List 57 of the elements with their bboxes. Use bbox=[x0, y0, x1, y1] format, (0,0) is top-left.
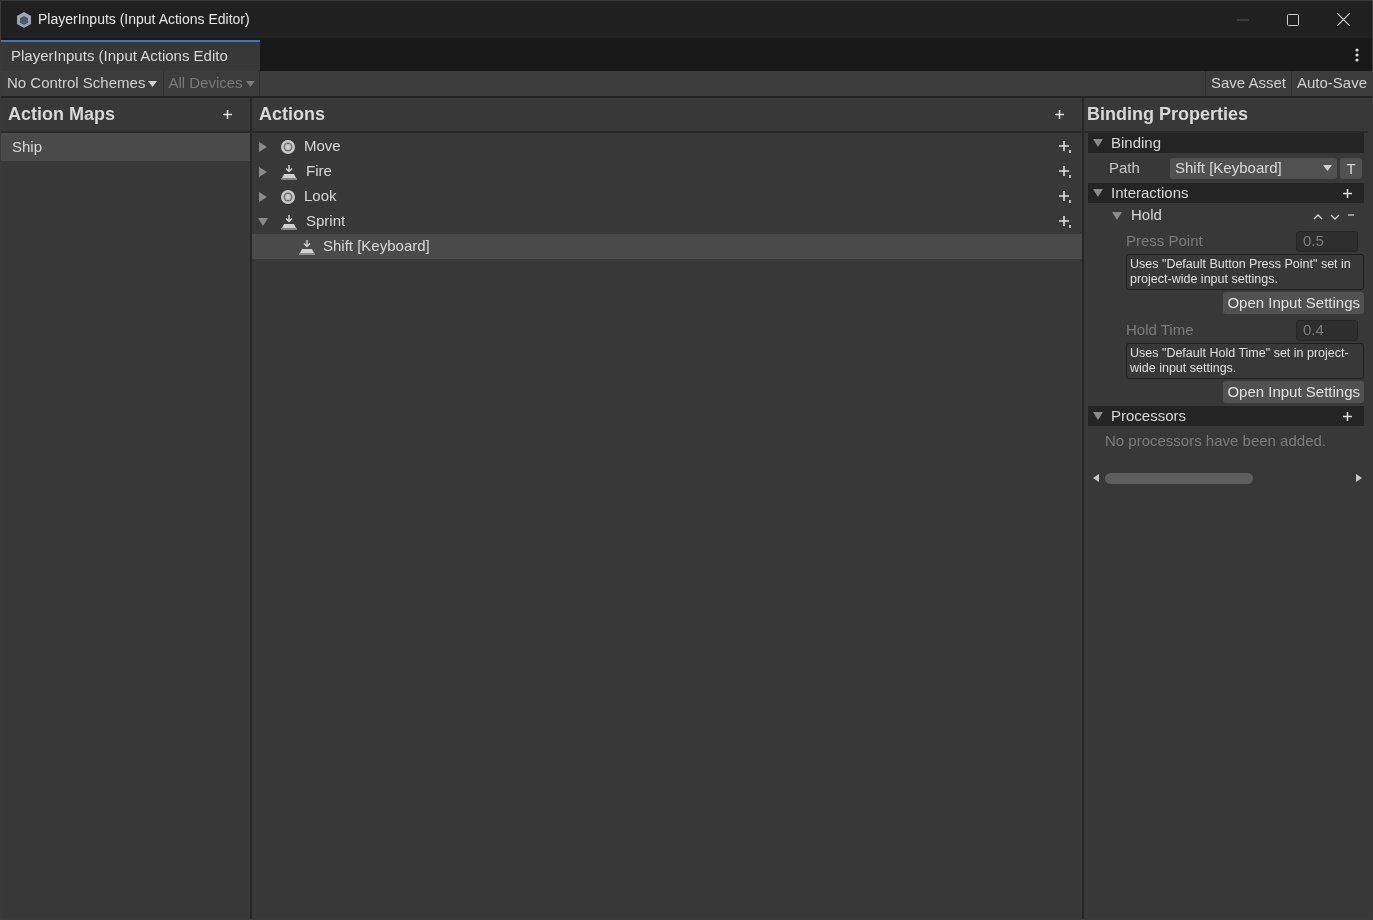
scroll-right-icon[interactable] bbox=[1356, 474, 1362, 482]
caret-icon bbox=[245, 80, 255, 87]
scroll-left-icon[interactable] bbox=[1093, 474, 1099, 482]
open-input-settings-button[interactable]: Open Input Settings bbox=[1223, 381, 1364, 403]
scrollbar-thumb[interactable] bbox=[1105, 472, 1253, 484]
help-note: Uses "Default Button Press Point" set in project-wide input settings. bbox=[1126, 254, 1364, 290]
action-item[interactable]: Look bbox=[304, 185, 337, 208]
caret-icon bbox=[1323, 165, 1332, 171]
control-scheme-dropdown[interactable]: No Control Schemes bbox=[1, 71, 165, 96]
window-title: PlayerInputs (Input Actions Editor) bbox=[38, 10, 250, 29]
collapse-triangle-icon[interactable] bbox=[1093, 411, 1103, 421]
expand-triangle-icon[interactable] bbox=[258, 166, 268, 177]
app-logo-icon bbox=[15, 10, 33, 29]
maximize-icon[interactable] bbox=[1287, 13, 1299, 26]
caret-icon bbox=[148, 80, 158, 87]
interaction-title[interactable]: Hold bbox=[1131, 204, 1162, 227]
action-item[interactable]: Fire bbox=[306, 160, 332, 183]
collapse-triangle-icon[interactable] bbox=[1093, 188, 1103, 198]
t-toggle-button[interactable]: T bbox=[1340, 157, 1362, 179]
reorder-remove-icon[interactable] bbox=[1313, 211, 1355, 220]
add-binding-icon[interactable] bbox=[1058, 189, 1072, 204]
path-dropdown[interactable]: Shift [Keyboard] bbox=[1170, 157, 1337, 179]
collapse-triangle-icon[interactable] bbox=[1093, 138, 1103, 148]
binding-item[interactable]: Shift [Keyboard] bbox=[252, 234, 1082, 259]
empty-message: No processors have been added. bbox=[1104, 430, 1327, 451]
field-label: Hold Time bbox=[1126, 319, 1194, 340]
add-icon[interactable] bbox=[1343, 188, 1352, 198]
action-map-item[interactable]: Ship bbox=[1, 133, 250, 161]
auto-save-toggle[interactable]: Auto-Save bbox=[1290, 71, 1372, 96]
action-item[interactable]: Move bbox=[304, 135, 341, 158]
panel-title: Binding Properties bbox=[1087, 103, 1248, 126]
button-press-icon bbox=[280, 163, 298, 180]
collapse-triangle-icon[interactable] bbox=[1112, 210, 1122, 221]
add-icon[interactable] bbox=[223, 110, 232, 119]
open-input-settings-button[interactable]: Open Input Settings bbox=[1223, 292, 1364, 314]
editor-tab[interactable]: PlayerInputs (Input Actions Edito bbox=[1, 40, 260, 71]
add-binding-icon[interactable] bbox=[1058, 214, 1072, 229]
button-press-icon bbox=[298, 238, 316, 255]
expand-triangle-icon[interactable] bbox=[258, 141, 268, 152]
panel-title: Actions bbox=[259, 103, 325, 126]
add-binding-icon[interactable] bbox=[1058, 139, 1072, 154]
expand-triangle-icon[interactable] bbox=[258, 191, 268, 202]
collapse-triangle-icon[interactable] bbox=[258, 216, 268, 227]
add-icon[interactable] bbox=[1055, 110, 1064, 119]
panel-title: Action Maps bbox=[8, 103, 115, 126]
action-item[interactable]: Sprint bbox=[306, 210, 346, 233]
help-note: Uses "Default Hold Time" set in project-wide input settings. bbox=[1126, 343, 1364, 379]
save-asset-button[interactable]: Save Asset bbox=[1204, 71, 1291, 96]
more-options-icon[interactable] bbox=[1355, 48, 1359, 62]
target-icon bbox=[280, 138, 296, 155]
target-icon bbox=[280, 188, 296, 205]
close-icon[interactable] bbox=[1337, 13, 1350, 26]
field-label: Path bbox=[1109, 157, 1141, 178]
add-binding-icon[interactable] bbox=[1058, 164, 1072, 179]
field-label: Press Point bbox=[1126, 230, 1203, 251]
add-icon[interactable] bbox=[1343, 411, 1352, 421]
button-press-icon bbox=[280, 213, 298, 230]
